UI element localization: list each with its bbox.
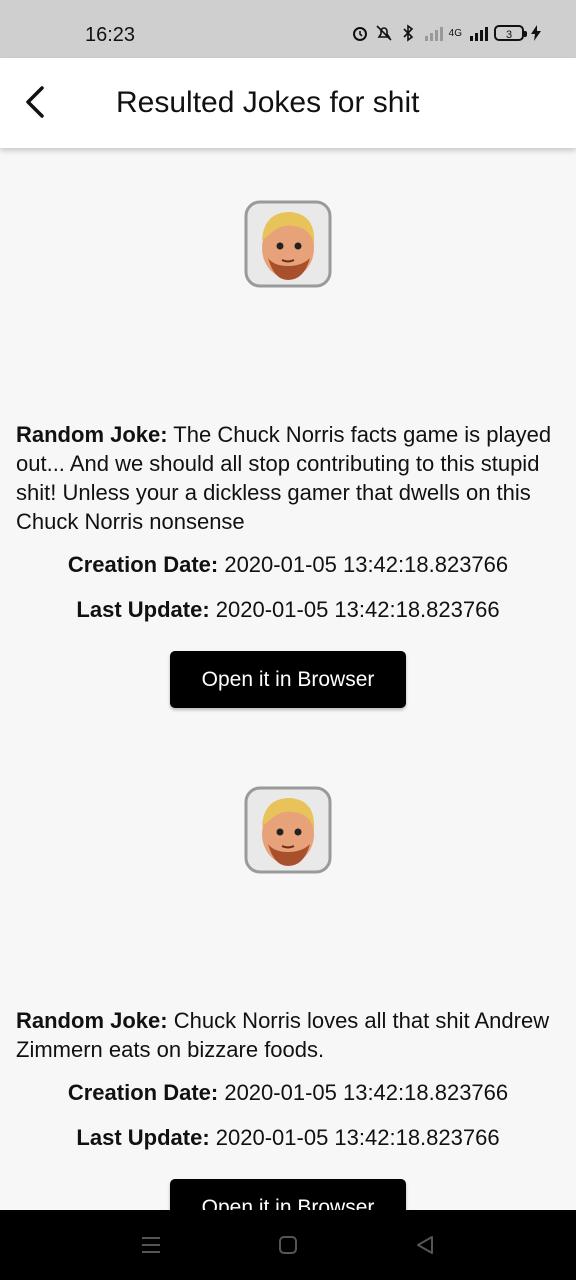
last-update-label: Last Update: [76, 1125, 210, 1150]
creation-date-label: Creation Date: [67, 1080, 219, 1105]
status-icons: 4G 3 [351, 24, 542, 42]
last-update: Last Update: 2020-01-05 13:42:18.823766 [0, 1125, 576, 1151]
joke-text: Random Joke: Chuck Norris loves all that… [16, 1006, 564, 1064]
signal-off-icon [424, 27, 443, 41]
open-in-browser-button[interactable]: Open it in Browser [170, 651, 406, 708]
last-update-value: 2020-01-05 13:42:18.823766 [209, 597, 500, 622]
last-update: Last Update: 2020-01-05 13:42:18.823766 [0, 597, 576, 623]
last-update-label: Last Update: [76, 597, 210, 622]
menu-icon[interactable] [140, 1234, 162, 1256]
creation-date-value: 2020-01-05 13:42:18.823766 [218, 552, 509, 577]
last-update-value: 2020-01-05 13:42:18.823766 [209, 1125, 500, 1150]
charging-icon [531, 25, 541, 41]
app-bar: Resulted Jokes for shit [0, 58, 576, 148]
signal-icon [470, 27, 488, 41]
joke-label: Random Joke: [16, 1008, 168, 1033]
chuck-norris-avatar-icon [244, 786, 332, 874]
creation-date-value: 2020-01-05 13:42:18.823766 [218, 1080, 509, 1105]
joke-label: Random Joke: [16, 422, 168, 447]
chuck-norris-avatar-icon [244, 200, 332, 288]
creation-date: Creation Date: 2020-01-05 13:42:18.82376… [0, 1080, 576, 1106]
network-type-label: 4G [448, 27, 462, 39]
bluetooth-icon [403, 24, 413, 42]
page-title: Resulted Jokes for shit [116, 86, 420, 119]
alarm-icon [352, 27, 367, 41]
system-navigation-bar [0, 1210, 576, 1280]
creation-date-label: Creation Date: [67, 552, 219, 577]
battery-icon: 3 [494, 25, 527, 41]
home-icon[interactable] [277, 1234, 299, 1256]
status-bar: 16:23 4G 3 [0, 0, 576, 58]
jokes-list[interactable]: Random Joke: The Chuck Norris facts game… [0, 148, 576, 1210]
open-in-browser-button[interactable]: Open it in Browser [170, 1179, 406, 1210]
joke-text: Random Joke: The Chuck Norris facts game… [16, 420, 564, 536]
mute-bell-icon [376, 25, 392, 41]
status-time: 16:23 [85, 24, 136, 46]
creation-date: Creation Date: 2020-01-05 13:42:18.82376… [0, 552, 576, 578]
back-arrow-icon[interactable] [20, 84, 56, 120]
back-triangle-icon[interactable] [414, 1234, 436, 1256]
